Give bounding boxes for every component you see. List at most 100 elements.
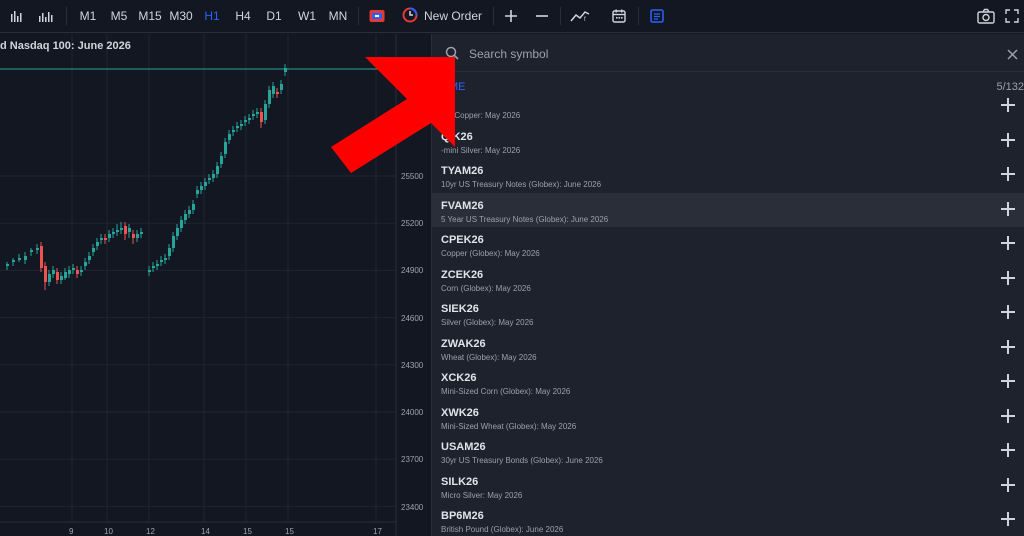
candle-body <box>252 114 255 116</box>
candle-body <box>280 84 283 90</box>
search-icon <box>445 46 459 65</box>
candle-body <box>160 260 163 262</box>
symbol-description: Silver (Globex): May 2026 <box>441 318 534 327</box>
timeframe-h4[interactable]: H4 <box>234 0 252 33</box>
timeframe-mn[interactable]: MN <box>327 0 349 33</box>
symbol-description: Mini-Sized Corn (Globex): May 2026 <box>441 387 571 396</box>
list-item[interactable]: BP6M26 British Pound (Globex): June 2026 <box>432 503 1024 536</box>
calendar-icon[interactable] <box>610 0 628 33</box>
candle-body <box>236 126 239 128</box>
add-icon[interactable] <box>1001 236 1015 250</box>
list-item[interactable]: USAM26 30yr US Treasury Bonds (Globex): J… <box>432 434 1024 469</box>
list-item[interactable]: FVAM26 5 Year US Treasury Notes (Globex):… <box>432 192 1024 227</box>
candle-body <box>48 274 51 282</box>
zoom-out-icon[interactable] <box>534 0 550 33</box>
candle-body <box>60 276 63 280</box>
timeframe-m30[interactable]: M30 <box>169 0 193 33</box>
list-item[interactable]: XCK26 Mini-Sized Corn (Globex): May 2026 <box>432 365 1024 400</box>
symbol-name: TYAM26 <box>441 165 484 177</box>
symbol-name: BP6M26 <box>441 510 484 522</box>
timeframe-h1[interactable]: H1 <box>203 0 221 33</box>
candle-body <box>108 234 111 238</box>
timeframe-m15[interactable]: M15 <box>138 0 162 33</box>
symbol-list: cro Copper: May 2026 QIK26 -mini Silver: … <box>432 89 1024 536</box>
zoom-in-icon[interactable] <box>503 0 519 33</box>
x-axis-label: 15 <box>243 527 252 536</box>
timeframe-m1[interactable]: M1 <box>78 0 98 33</box>
candle-body <box>256 112 259 114</box>
candle-body <box>88 256 91 260</box>
candle-body <box>132 234 135 238</box>
add-icon[interactable] <box>1001 167 1015 181</box>
search-input[interactable] <box>469 44 969 64</box>
list-item[interactable]: SILK26 Micro Silver: May 2026 <box>432 469 1024 504</box>
candle-body <box>36 248 39 250</box>
list-item[interactable]: ZWAK26 Wheat (Globex): May 2026 <box>432 331 1024 366</box>
candle-body <box>56 272 59 280</box>
candle-body <box>12 260 15 262</box>
candle-body <box>76 270 79 274</box>
candle-body <box>192 204 195 210</box>
y-axis-label: 24600 <box>401 314 424 323</box>
svg-text:f: f <box>584 17 586 23</box>
bar-chart-icon[interactable] <box>8 0 26 33</box>
candle-body <box>240 124 243 126</box>
symbol-name: XWK26 <box>441 406 479 419</box>
add-icon[interactable] <box>1001 339 1015 354</box>
indicator-line-icon[interactable]: f <box>569 0 591 33</box>
list-item[interactable]: QIK26 -mini Silver: May 2026 <box>432 124 1024 159</box>
close-icon[interactable] <box>1007 47 1018 65</box>
add-icon[interactable] <box>1001 512 1015 526</box>
candle-body <box>164 258 167 260</box>
list-item[interactable]: SIEK26 Silver (Globex): May 2026 <box>432 296 1024 331</box>
trade-icon[interactable] <box>368 0 386 33</box>
new-order-button[interactable]: New Order <box>402 0 482 33</box>
symbol-name: SIEK26 <box>441 303 479 315</box>
list-item[interactable]: ZCEK26 Corn (Globex): May 2026 <box>432 262 1024 297</box>
add-icon[interactable] <box>1001 305 1015 319</box>
list-item[interactable]: XWK26 Mini-Sized Wheat (Globex): May 2026 <box>432 400 1024 435</box>
symbol-description: Micro Silver: May 2026 <box>441 490 523 500</box>
symbol-name: USAM26 <box>441 441 486 453</box>
clock-icon <box>402 7 418 26</box>
fullscreen-icon[interactable] <box>1003 0 1021 33</box>
candle-body <box>168 248 171 256</box>
candle-body <box>276 92 279 94</box>
candle-body <box>228 134 231 140</box>
symbol-list-icon[interactable] <box>648 0 666 33</box>
candle-body <box>136 234 139 238</box>
add-icon[interactable] <box>1001 132 1015 147</box>
add-icon[interactable] <box>1001 201 1015 216</box>
chart-canvas[interactable] <box>0 34 430 536</box>
candle-body <box>64 272 67 278</box>
symbol-description: Copper (Globex): May 2026 <box>441 249 540 258</box>
candle-body <box>232 130 235 132</box>
candle-body <box>148 270 151 272</box>
timeframe-w1[interactable]: W1 <box>297 0 317 33</box>
add-icon[interactable] <box>1001 98 1015 112</box>
chart-title: d Nasdaq 100: June 2026 <box>0 40 131 52</box>
timeframe-m5[interactable]: M5 <box>109 0 129 33</box>
screenshot-icon[interactable] <box>975 0 997 33</box>
candle-body <box>172 236 175 248</box>
list-item[interactable]: cro Copper: May 2026 <box>432 89 1024 124</box>
symbol-description: British Pound (Globex): June 2026 <box>441 525 564 534</box>
symbol-name: QIK26 <box>441 130 473 143</box>
search-bar <box>432 34 1024 72</box>
symbol-name: SILK26 <box>441 475 479 488</box>
symbol-description: Mini-Sized Wheat (Globex): May 2026 <box>441 421 577 431</box>
candle-body <box>68 270 71 274</box>
indicators-icon[interactable] <box>37 0 55 33</box>
y-axis-label: 23700 <box>401 455 424 464</box>
list-item[interactable]: CPEK26 Copper (Globex): May 2026 <box>432 227 1024 262</box>
candle-body <box>80 270 83 272</box>
add-icon[interactable] <box>1001 374 1015 388</box>
add-icon[interactable] <box>1001 408 1015 423</box>
timeframe-d1[interactable]: D1 <box>265 0 283 33</box>
list-item[interactable]: TYAM26 10yr US Treasury Notes (Globex): J… <box>432 158 1024 193</box>
candle-body <box>156 264 159 266</box>
add-icon[interactable] <box>1001 443 1015 457</box>
add-icon[interactable] <box>1001 477 1015 492</box>
add-icon[interactable] <box>1001 270 1015 285</box>
price-chart[interactable]: d Nasdaq 100: June 2026 25500 25200 2490… <box>0 34 430 536</box>
